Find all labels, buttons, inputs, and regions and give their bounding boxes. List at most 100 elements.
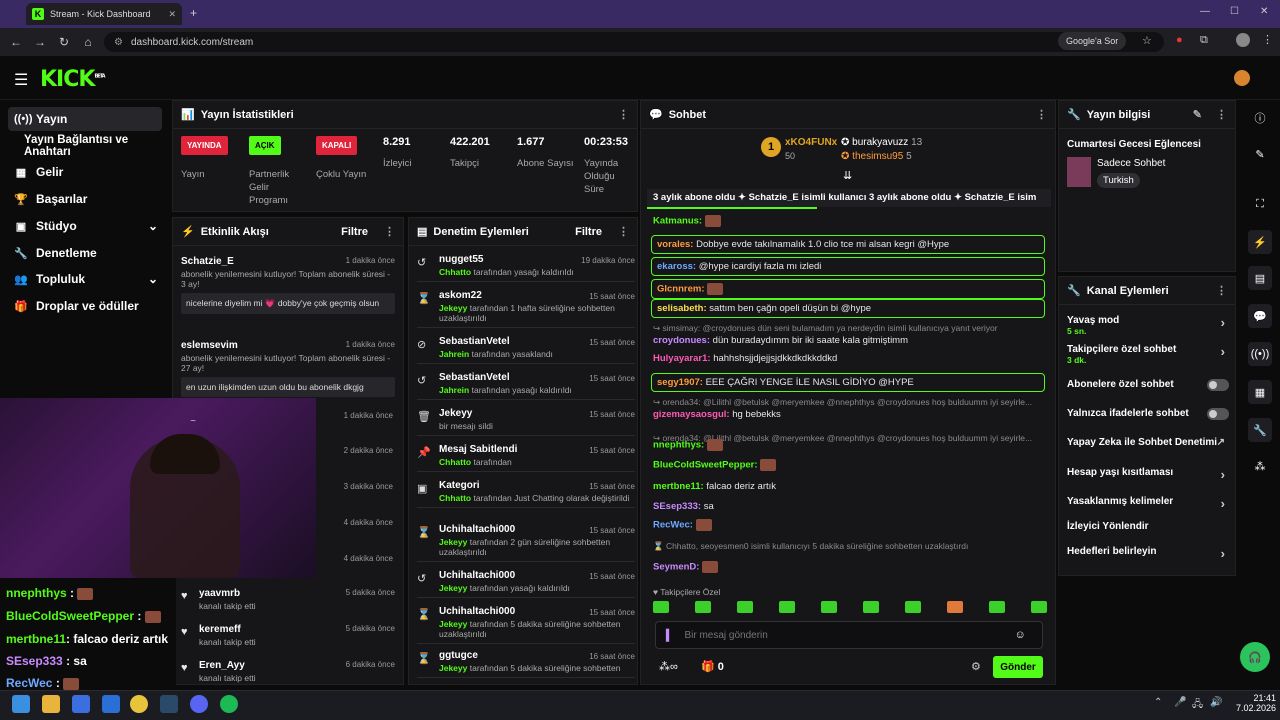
emote-icon[interactable] [905, 601, 921, 613]
leaderboard-user[interactable]: xKO4FUNx [785, 137, 837, 148]
chat-username[interactable]: mertbne11: [653, 481, 704, 492]
chat-username[interactable]: SEsep333: [653, 501, 701, 512]
network-icon[interactable]: 🖧 [1192, 697, 1203, 714]
emote-icon[interactable] [863, 601, 879, 613]
chat-icon[interactable]: 💬 [1248, 304, 1272, 328]
emote-only-toggle[interactable] [1207, 408, 1229, 420]
banned-words-row[interactable]: Yasaklanmış kelimeler › [1067, 496, 1229, 511]
emote-icon[interactable] [737, 601, 753, 613]
microphone-tray-icon[interactable]: 🎤 [1174, 697, 1186, 708]
pencil-icon[interactable]: ✎ [1248, 142, 1272, 166]
slow-mode-row[interactable]: Yavaş mod 5 sn. › [1067, 315, 1229, 337]
chrome-icon[interactable] [130, 695, 148, 713]
lightning-icon[interactable]: ⚡ [1248, 230, 1272, 254]
fullscreen-icon[interactable]: ⛶ [1248, 192, 1272, 216]
chat-username[interactable]: SeymenD: [653, 562, 699, 573]
more-options-icon[interactable]: ⋮ [1216, 108, 1227, 121]
windows-start-icon[interactable] [12, 695, 30, 713]
emote-icon[interactable] [695, 601, 711, 613]
leaderboard-third[interactable]: ✪ thesimsu95 5 [841, 151, 912, 162]
browser-tab[interactable]: K Stream - Kick Dashboard ✕ [26, 3, 182, 25]
site-info-icon[interactable]: ⚙ [114, 37, 123, 48]
more-options-icon[interactable]: ⋮ [1216, 284, 1227, 297]
info-icon[interactable]: ⓘ [1248, 106, 1272, 130]
sidebar-item-stream[interactable]: ((•)) Yayın [8, 107, 162, 131]
emote-icon[interactable] [947, 601, 963, 613]
moderator-name[interactable]: Jahrein [439, 385, 469, 395]
sidebar-item-revenue[interactable]: ▦ Gelir [8, 160, 162, 184]
moderator-name[interactable]: Chhatto [439, 493, 471, 503]
emote-icon[interactable] [653, 601, 669, 613]
channel-points[interactable]: 🎁 0 [701, 660, 724, 673]
moderator-name[interactable]: Jekeyy [439, 537, 467, 547]
outlook-icon[interactable] [102, 695, 120, 713]
browser-menu-icon[interactable]: ⋮ [1262, 33, 1273, 46]
emote-icon[interactable] [1031, 601, 1047, 613]
goals-row[interactable]: Hedefleri belirleyin › [1067, 546, 1229, 561]
sidebar-item-achievements[interactable]: 🏆 Başarılar [8, 187, 162, 211]
edit-icon[interactable]: ✎ [1193, 108, 1202, 121]
chat-username[interactable]: segy1907: [657, 377, 703, 388]
chat-username[interactable]: BlueColdSweetPepper: [653, 460, 758, 471]
moderator-name[interactable]: Jekeyy [439, 619, 467, 629]
extensions-puzzle-icon[interactable]: ⧉ [1200, 34, 1208, 47]
moderator-name[interactable]: Chhatto [439, 267, 471, 277]
more-options-icon[interactable]: ⋮ [618, 108, 629, 121]
clock[interactable]: 21:41 7.02.2026 [1236, 693, 1276, 713]
more-options-icon[interactable]: ⋮ [1036, 108, 1047, 121]
sidebar-item-community[interactable]: 👥 Topluluk ⌄ [8, 267, 162, 291]
address-bar[interactable]: ⚙ dashboard.kick.com/stream [104, 32, 1164, 52]
filter-button[interactable]: Filtre [341, 226, 368, 238]
followers-only-row[interactable]: Takipçilere özel sohbet 3 dk. › [1067, 344, 1229, 366]
discord-icon[interactable] [190, 695, 208, 713]
send-button[interactable]: Gönder [993, 656, 1043, 678]
close-tab-icon[interactable]: ✕ [168, 9, 176, 20]
chat-username[interactable]: nnephthys: [653, 440, 704, 451]
leaderboard-toggle-icon[interactable]: ⇊ [843, 169, 852, 182]
home-icon[interactable]: ⌂ [76, 35, 100, 49]
moderator-name[interactable]: Jekeyy [439, 583, 467, 593]
chat-username[interactable]: Katmanus: [653, 216, 702, 227]
forward-icon[interactable]: → [28, 35, 52, 49]
chat-input[interactable]: ▍ ☺ [655, 621, 1043, 649]
emoji-picker-icon[interactable]: ☺ [1014, 629, 1025, 641]
moderator-name[interactable]: Jekeyy [439, 303, 467, 313]
account-age-row[interactable]: Hesap yaşı kısıtlaması › [1067, 467, 1229, 482]
moderator-name[interactable]: Jekeyy [439, 663, 467, 673]
emote-icon[interactable] [989, 601, 1005, 613]
more-options-icon[interactable]: ⋮ [618, 225, 629, 238]
sidebar-item-studio[interactable]: ▣ Stüdyo ⌄ [8, 214, 162, 238]
new-tab-icon[interactable]: + [190, 6, 197, 20]
store-icon[interactable] [72, 695, 90, 713]
chat-settings-icon[interactable]: ⚙ [971, 660, 981, 673]
close-window-icon[interactable]: ✕ [1260, 6, 1268, 17]
file-explorer-icon[interactable] [42, 695, 60, 713]
chat-message-field[interactable] [684, 629, 1005, 641]
volume-icon[interactable]: 🔊 [1210, 697, 1222, 708]
subs-only-toggle[interactable] [1207, 379, 1229, 391]
chat-username[interactable]: Hulyayarar1: [653, 353, 711, 364]
minimize-icon[interactable]: — [1200, 6, 1210, 17]
moderator-name[interactable]: Jahrein [439, 349, 469, 359]
microphone-icon[interactable]: ▍ [666, 629, 674, 642]
broadcast-icon[interactable]: ((•)) [1248, 342, 1272, 366]
chat-username[interactable]: croydonues: [653, 335, 710, 346]
chat-username[interactable]: ekaross: [657, 261, 696, 272]
sidebar-item-stream-key[interactable]: Yayın Bağlantısı ve Anahtarı [8, 134, 162, 158]
chat-username[interactable]: Glcnnrem: [657, 284, 705, 295]
chat-username[interactable]: gizemaysaosgul: [653, 409, 730, 420]
help-headset-icon[interactable]: 🎧 [1240, 642, 1270, 672]
layout-icon[interactable]: ▦ [1248, 380, 1272, 404]
stream-category[interactable]: Sadece Sohbet [1097, 158, 1165, 169]
sidebar-item-drops[interactable]: 🎁 Droplar ve ödüller [8, 294, 162, 318]
ai-moderation-row[interactable]: Yapay Zeka ile Sohbet Denetimi ↗ [1067, 437, 1229, 448]
community-goal-icon[interactable]: ⁂∞ [659, 660, 678, 673]
wrench-icon[interactable]: 🔧 [1248, 418, 1272, 442]
back-icon[interactable]: ← [4, 35, 28, 49]
hamburger-menu-icon[interactable]: ☰ [14, 70, 28, 90]
chat-username[interactable]: RecWec: [653, 520, 693, 531]
chat-username[interactable]: vorales: [657, 239, 693, 250]
maximize-icon[interactable]: ☐ [1230, 6, 1239, 17]
raid-row[interactable]: İzleyici Yönlendir [1067, 521, 1229, 532]
emote-icon[interactable] [779, 601, 795, 613]
